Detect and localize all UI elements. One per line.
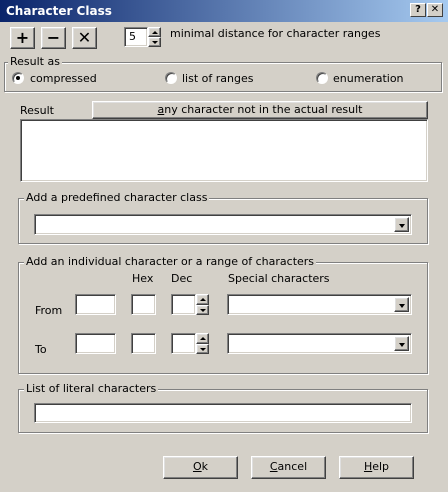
min-distance-label: minimal distance for character ranges	[170, 27, 381, 40]
predefined-dropdown-button[interactable]	[394, 217, 409, 232]
to-special-select[interactable]	[227, 333, 412, 354]
min-distance-input[interactable]: 5	[124, 27, 148, 47]
from-dec-up-button[interactable]	[196, 294, 209, 305]
radio-compressed[interactable]	[12, 72, 24, 84]
special-column-label: Special characters	[228, 272, 330, 285]
invert-result-button[interactable]: any character not in the actual result	[92, 101, 428, 119]
hex-column-label: Hex	[132, 272, 154, 285]
radio-compressed-label: compressed	[30, 72, 97, 85]
help-button-mnemonic: H	[363, 460, 373, 473]
to-special-dropdown-button[interactable]	[394, 336, 409, 351]
from-char-input[interactable]	[75, 294, 116, 315]
help-icon[interactable]: ?	[410, 3, 426, 17]
clear-button[interactable]: ✕	[72, 27, 97, 49]
predefined-legend: Add a predefined character class	[24, 191, 210, 204]
to-char-input[interactable]	[75, 333, 116, 354]
dec-column-label: Dec	[171, 272, 193, 285]
result-as-legend: Result as	[8, 55, 62, 68]
to-dec-input[interactable]	[171, 333, 196, 354]
cancel-button-mnemonic: C	[269, 460, 278, 473]
radio-list-of-ranges-label: list of ranges	[182, 72, 254, 85]
to-hex-input[interactable]	[131, 333, 156, 354]
cancel-button[interactable]: Cancel	[251, 456, 326, 479]
to-label: To	[35, 343, 47, 356]
chevron-down-icon	[399, 304, 405, 308]
ok-button-label: k	[201, 460, 209, 473]
from-dec-input[interactable]	[171, 294, 196, 315]
individual-group	[18, 262, 428, 374]
window-title: Character Class	[6, 4, 112, 18]
title-bar: Character Class ? ✕	[0, 0, 448, 22]
from-special-dropdown-button[interactable]	[394, 297, 409, 312]
literal-input[interactable]	[34, 403, 412, 423]
to-dec-down-button[interactable]	[196, 344, 209, 354]
remove-button[interactable]: −	[41, 27, 66, 49]
result-textarea[interactable]	[20, 119, 428, 182]
help-button-label: elp	[372, 460, 390, 473]
from-hex-input[interactable]	[131, 294, 156, 315]
chevron-down-icon	[399, 343, 405, 347]
cancel-button-label: ancel	[277, 460, 308, 473]
result-label: Result	[20, 104, 54, 117]
individual-legend: Add an individual character or a range o…	[24, 255, 317, 268]
radio-enumeration[interactable]	[316, 72, 328, 84]
radio-enumeration-label: enumeration	[333, 72, 404, 85]
from-label: From	[35, 304, 63, 317]
ok-button[interactable]: Ok	[163, 456, 238, 479]
min-distance-up-button[interactable]	[148, 27, 161, 37]
min-distance-down-button[interactable]	[148, 37, 161, 47]
add-button[interactable]: +	[10, 27, 35, 49]
invert-result-button-label: ny character not in the actual result	[164, 103, 363, 116]
close-icon[interactable]: ✕	[427, 3, 443, 17]
help-button[interactable]: Help	[339, 456, 414, 479]
from-dec-down-button[interactable]	[196, 305, 209, 315]
to-dec-up-button[interactable]	[196, 333, 209, 344]
predefined-select[interactable]	[34, 214, 412, 235]
chevron-down-icon	[399, 224, 405, 228]
ok-button-mnemonic: O	[192, 460, 202, 473]
radio-list-of-ranges[interactable]	[165, 72, 177, 84]
literal-legend: List of literal characters	[24, 382, 159, 395]
from-special-select[interactable]	[227, 294, 412, 315]
